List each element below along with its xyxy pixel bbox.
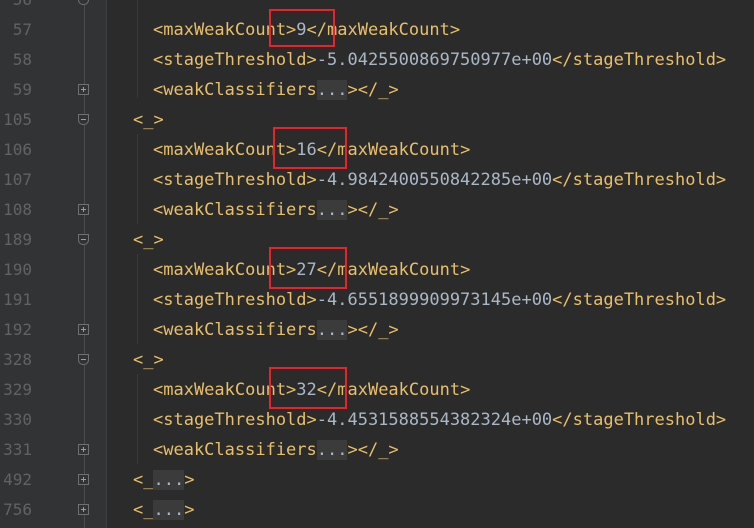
code-text: <weakClassifiers...></_>	[153, 195, 399, 225]
xml-open-tag: <weakClassifiers	[153, 80, 317, 100]
xml-close-tag: ></_>	[347, 440, 399, 460]
xml-open-tag: <stageThreshold>	[153, 50, 317, 70]
xml-open-tag: <_>	[133, 110, 164, 130]
fold-expand-icon[interactable]	[78, 474, 89, 485]
code-text: <stageThreshold>-5.0425500869750977e+00<…	[153, 45, 726, 75]
xml-open-tag: <weakClassifiers	[153, 200, 317, 220]
xml-close-tag: </stageThreshold>	[552, 170, 727, 190]
collapsed-region[interactable]: ...	[153, 470, 185, 490]
code-line[interactable]: 331 <weakClassifiers...></_>	[0, 435, 754, 465]
xml-open-tag: <_	[133, 470, 154, 490]
code-line[interactable]: 107 <stageThreshold>-4.9842400550842285e…	[0, 165, 754, 195]
xml-value: -4.9842400550842285e+00	[316, 170, 553, 190]
xml-open-tag: <_	[133, 500, 154, 520]
line-number: 105	[3, 110, 32, 129]
line-number: 492	[3, 470, 32, 489]
code-text: <weakClassifiers...></_>	[153, 315, 399, 345]
code-line[interactable]: 756 <_...>	[0, 495, 754, 525]
code-line[interactable]: 329 <maxWeakCount>32</maxWeakCount>	[0, 375, 754, 405]
xml-value: -5.0425500869750977e+00	[316, 50, 553, 70]
code-text: <_>	[133, 345, 164, 375]
xml-open-tag: <_>	[133, 350, 164, 370]
line-number: 328	[3, 350, 32, 369]
code-text: <weakClassifiers...></_>	[153, 75, 399, 105]
code-text: <_>	[133, 105, 164, 135]
xml-open-tag: <_>	[133, 230, 164, 250]
highlight-box	[269, 367, 347, 409]
line-number: 107	[3, 170, 32, 189]
line-number: 190	[3, 260, 32, 279]
xml-close-tag: ></_>	[347, 320, 399, 340]
code-line[interactable]: 190 <maxWeakCount>27</maxWeakCount>	[0, 255, 754, 285]
xml-close-tag: </stageThreshold>	[552, 410, 727, 430]
fold-collapse-icon[interactable]	[78, 234, 89, 245]
collapsed-region[interactable]: ...	[316, 320, 348, 340]
line-number: 189	[3, 230, 32, 249]
highlight-box	[269, 9, 335, 47]
collapsed-region[interactable]: ...	[316, 80, 348, 100]
xml-value: -4.4531588554382324e+00	[316, 410, 553, 430]
xml-close-tag: >	[184, 500, 195, 520]
fold-collapse-icon[interactable]	[78, 114, 89, 125]
line-number: 191	[3, 290, 32, 309]
xml-open-tag: <weakClassifiers	[153, 440, 317, 460]
code-line[interactable]: 57 <maxWeakCount>9</maxWeakCount>	[0, 15, 754, 45]
line-number: 192	[3, 320, 32, 339]
collapsed-region[interactable]: ...	[153, 500, 185, 520]
code-text: <stageThreshold>-4.9842400550842285e+00<…	[153, 165, 726, 195]
code-text: <_...>	[133, 495, 194, 525]
line-number: 329	[3, 380, 32, 399]
line-number: 57	[12, 20, 32, 39]
xml-open-tag: <stageThreshold>	[153, 290, 317, 310]
fold-expand-icon[interactable]	[78, 504, 89, 515]
code-line[interactable]: 328 <_>	[0, 345, 754, 375]
code-line[interactable]: 108 <weakClassifiers...></_>	[0, 195, 754, 225]
highlight-box	[269, 247, 347, 289]
xml-close-tag: </stageThreshold>	[552, 50, 727, 70]
code-line[interactable]: 492 <_...>	[0, 465, 754, 495]
line-number: 106	[3, 140, 32, 159]
xml-open-tag: <stageThreshold>	[153, 410, 317, 430]
code-line[interactable]: 58 <stageThreshold>-5.0425500869750977e+…	[0, 45, 754, 75]
xml-close-tag: ></_>	[347, 80, 399, 100]
line-number: 58	[12, 50, 32, 69]
fold-end-icon[interactable]	[78, 0, 89, 5]
fold-collapse-icon[interactable]	[78, 354, 89, 365]
line-number: 59	[12, 80, 32, 99]
code-line[interactable]: 56	[0, 0, 754, 15]
highlight-box	[273, 127, 347, 169]
line-number: 108	[3, 200, 32, 219]
code-line[interactable]: 191 <stageThreshold>-4.6551899909973145e…	[0, 285, 754, 315]
xml-close-tag: >	[184, 470, 195, 490]
xml-value: -4.6551899909973145e+00	[316, 290, 553, 310]
code-text: <_>	[133, 225, 164, 255]
xml-open-tag: <stageThreshold>	[153, 170, 317, 190]
code-line[interactable]: 330 <stageThreshold>-4.4531588554382324e…	[0, 405, 754, 435]
code-editor[interactable]: 56 57 <maxWeakCount>9</maxWeakCount> 58 …	[0, 0, 754, 528]
code-line[interactable]: 189 <_>	[0, 225, 754, 255]
xml-close-tag: </stageThreshold>	[552, 290, 727, 310]
xml-open-tag: <weakClassifiers	[153, 320, 317, 340]
code-line[interactable]: 59 <weakClassifiers...></_>	[0, 75, 754, 105]
line-number: 331	[3, 440, 32, 459]
fold-expand-icon[interactable]	[78, 324, 89, 335]
code-text: <stageThreshold>-4.4531588554382324e+00<…	[153, 405, 726, 435]
code-line[interactable]: 105 <_>	[0, 105, 754, 135]
fold-expand-icon[interactable]	[78, 444, 89, 455]
fold-expand-icon[interactable]	[78, 204, 89, 215]
line-number: 756	[3, 500, 32, 519]
code-text: <stageThreshold>-4.6551899909973145e+00<…	[153, 285, 726, 315]
xml-close-tag: ></_>	[347, 200, 399, 220]
code-text: <_...>	[133, 465, 194, 495]
line-number: 56	[0, 0, 32, 15]
line-number: 330	[3, 410, 32, 429]
code-line[interactable]: 192 <weakClassifiers...></_>	[0, 315, 754, 345]
collapsed-region[interactable]: ...	[316, 200, 348, 220]
code-text: <weakClassifiers...></_>	[153, 435, 399, 465]
code-line[interactable]: 106 <maxWeakCount>16</maxWeakCount>	[0, 135, 754, 165]
fold-expand-icon[interactable]	[78, 84, 89, 95]
collapsed-region[interactable]: ...	[316, 440, 348, 460]
